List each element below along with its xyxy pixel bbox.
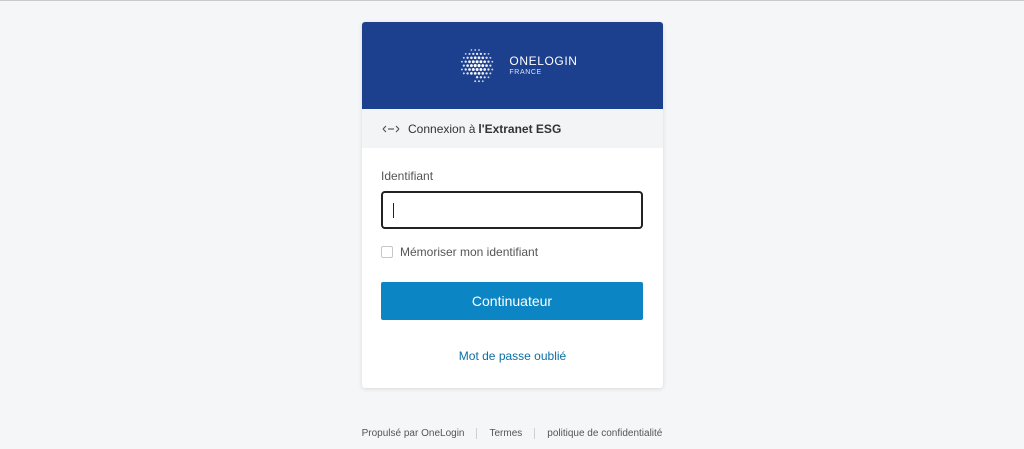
brand-subtitle: FRANCE [509, 69, 542, 76]
app-name: l'Extranet ESG [478, 121, 562, 136]
brand-name: ONELOGIN [509, 54, 578, 68]
brand-lockup: ONELOGIN FRANCE [455, 46, 577, 86]
app-connection-bar: Connexion à l'Extranet ESG [362, 109, 663, 148]
username-label: Identifiant [381, 169, 434, 183]
forgot-password-link[interactable]: Mot de passe oublié [381, 349, 644, 363]
brand-text: ONELOGIN FRANCE [509, 54, 577, 77]
arrows-left-right-icon [382, 124, 400, 134]
onelogin-globe-logo-icon [461, 48, 494, 82]
terms-link[interactable]: Termes [489, 428, 522, 439]
page-frame: ONELOGIN FRANCE Connexion à l'Extranet E… [0, 0, 1024, 449]
brand-header: ONELOGIN FRANCE [362, 22, 663, 109]
text-caret [393, 203, 394, 218]
powered-by-link[interactable]: Propulsé par OneLogin [362, 428, 465, 439]
remember-label[interactable]: Mémoriser mon identifiant [400, 245, 538, 259]
connection-prefix: Connexion à [408, 121, 476, 136]
remember-username[interactable]: Mémoriser mon identifiant [381, 245, 644, 259]
login-form: Identifiant Mémoriser mon identifiant Co… [362, 169, 663, 363]
username-input[interactable] [381, 191, 643, 229]
footer-divider [476, 428, 478, 439]
login-card: ONELOGIN FRANCE Connexion à l'Extranet E… [362, 22, 663, 388]
remember-checkbox[interactable] [381, 246, 393, 258]
footer-divider [534, 428, 536, 439]
continue-button[interactable]: Continuateur [381, 282, 643, 320]
footer: Propulsé par OneLogin Termes politique d… [0, 428, 1024, 439]
privacy-link[interactable]: politique de confidentialité [547, 428, 662, 439]
